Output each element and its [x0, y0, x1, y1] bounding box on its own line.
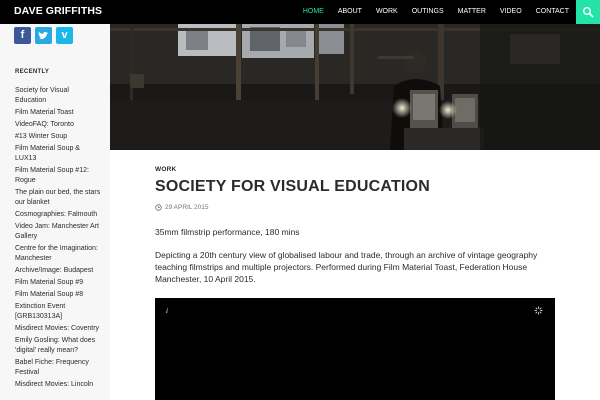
recent-post-link[interactable]: Misdirect Movies: Lincoln	[15, 379, 101, 391]
nav-outings[interactable]: OUTINGS	[405, 0, 451, 24]
recent-post-link[interactable]: Film Material Soup #9	[15, 277, 101, 289]
nav-matter[interactable]: MATTER	[451, 0, 493, 24]
recent-post-link[interactable]: Society for Visual Education	[15, 85, 101, 107]
site-header: DAVE GRIFFITHS HOME ABOUT WORK OUTINGS M…	[0, 0, 600, 24]
info-icon[interactable]: i	[166, 307, 168, 315]
nav-about[interactable]: ABOUT	[331, 0, 369, 24]
recent-post-link[interactable]: Misdirect Movies: Coventry	[15, 323, 101, 335]
vimeo-icon[interactable]: v	[56, 27, 73, 44]
clock-icon	[155, 204, 162, 211]
search-button[interactable]	[576, 0, 600, 24]
recent-post-link[interactable]: The plain our bed, the stars our blanket	[15, 187, 101, 209]
post-paragraph: Depicting a 20th century view of globali…	[155, 250, 538, 284]
site-title[interactable]: DAVE GRIFFITHS	[14, 5, 102, 17]
loading-spinner-icon	[534, 306, 543, 315]
main-content: WORK SOCIETY FOR VISUAL EDUCATION 29 APR…	[110, 24, 600, 400]
recent-heading: RECENTLY	[15, 69, 50, 75]
recent-post-link[interactable]: Extinction Event [GRB130313A]	[15, 301, 101, 323]
nav-contact[interactable]: CONTACT	[529, 0, 576, 24]
recent-post-link[interactable]: VideoFAQ: Toronto	[15, 119, 101, 131]
twitter-icon[interactable]	[35, 27, 52, 44]
social-links: f v	[14, 27, 77, 44]
featured-image	[110, 24, 600, 150]
recent-post-link[interactable]: Film Material Soup & LUX13	[15, 143, 101, 165]
recent-post-link[interactable]: Babel Fiche: Frequency Festival	[15, 357, 101, 379]
post-date-text: 29 APRIL 2015	[165, 204, 209, 211]
nav-home[interactable]: HOME	[296, 0, 331, 24]
nav-video[interactable]: VIDEO	[493, 0, 529, 24]
recent-post-link[interactable]: Cosmographies: Falmouth	[15, 209, 101, 221]
search-icon	[583, 7, 594, 18]
facebook-icon[interactable]: f	[14, 27, 31, 44]
recent-post-link[interactable]: Film Material Soup #8	[15, 289, 101, 301]
post-article: WORK SOCIETY FOR VISUAL EDUCATION 29 APR…	[140, 154, 570, 400]
recent-post-link[interactable]: Video Jam: Manchester Art Gallery	[15, 221, 101, 243]
main-nav: HOME ABOUT WORK OUTINGS MATTER VIDEO CON…	[296, 0, 576, 24]
recent-post-link[interactable]: Centre for the Imagination: Manchester	[15, 243, 101, 265]
post-category[interactable]: WORK	[155, 166, 176, 173]
post-title: SOCIETY FOR VISUAL EDUCATION	[155, 178, 430, 195]
nav-work[interactable]: WORK	[369, 0, 405, 24]
recent-post-link[interactable]: #13 Winter Soup	[15, 131, 101, 143]
recent-post-link[interactable]: Emily Gosling: What does 'digital' reall…	[15, 335, 101, 357]
sidebar: f v RECENTLY Society for Visual Educatio…	[0, 24, 110, 400]
recent-post-link[interactable]: Archive/Image: Budapest	[15, 265, 101, 277]
post-date[interactable]: 29 APRIL 2015	[155, 204, 209, 211]
post-paragraph: 35mm filmstrip performance, 180 mins	[155, 227, 300, 237]
recent-post-link[interactable]: Film Material Toast	[15, 107, 101, 119]
recent-posts-list: Society for Visual Education Film Materi…	[15, 85, 101, 391]
video-player[interactable]: i	[155, 298, 555, 400]
recent-post-link[interactable]: Film Material Soup #12: Rogue	[15, 165, 101, 187]
